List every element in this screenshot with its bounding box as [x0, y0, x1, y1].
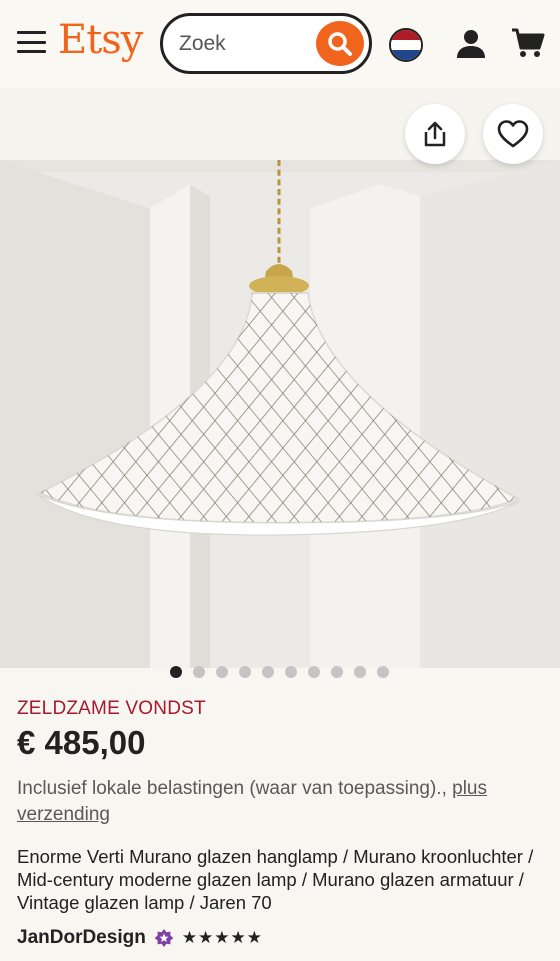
menu-icon[interactable] [17, 31, 46, 53]
user-icon[interactable] [455, 28, 487, 60]
cart-icon[interactable] [511, 27, 545, 59]
price: € 485,00 [17, 724, 146, 761]
product-image[interactable] [0, 160, 560, 668]
gallery-dot[interactable] [331, 666, 343, 678]
gallery-dot[interactable] [170, 666, 182, 678]
rating-stars: ★★★★★ [181, 928, 264, 947]
star-seller-icon [154, 929, 174, 947]
gallery-dot[interactable] [285, 666, 297, 678]
flag-nl-icon[interactable] [389, 28, 423, 62]
gallery-dot[interactable] [308, 666, 320, 678]
search-button[interactable] [316, 21, 364, 66]
gallery-pagination [170, 666, 389, 678]
etsy-logo[interactable]: Etsy [58, 17, 143, 63]
search-icon [328, 31, 352, 56]
rare-find-badge: ZELDZAME VONDST [17, 698, 206, 719]
search-bar [160, 13, 372, 74]
search-input[interactable] [179, 30, 309, 58]
share-icon [424, 121, 446, 147]
seller-name[interactable]: JanDorDesign [17, 927, 146, 949]
gallery-dot[interactable] [377, 666, 389, 678]
gallery-dot[interactable] [239, 666, 251, 678]
favorite-button[interactable] [483, 104, 543, 164]
gallery-dot[interactable] [262, 666, 274, 678]
top-header: Etsy [0, 0, 560, 88]
listing-title: Enorme Verti Murano glazen hanglamp / Mu… [17, 846, 534, 913]
share-button[interactable] [405, 104, 465, 164]
gallery-dot[interactable] [193, 666, 205, 678]
image-gallery[interactable] [0, 88, 560, 668]
seller-row: JanDorDesign ★★★★★ [17, 927, 263, 949]
heart-icon [497, 120, 529, 148]
gallery-dot[interactable] [216, 666, 228, 678]
tax-text: Inclusief lokale belastingen (waar van t… [17, 778, 447, 799]
tax-note: Inclusief lokale belastingen (waar van t… [17, 776, 547, 828]
gallery-dot[interactable] [354, 666, 366, 678]
